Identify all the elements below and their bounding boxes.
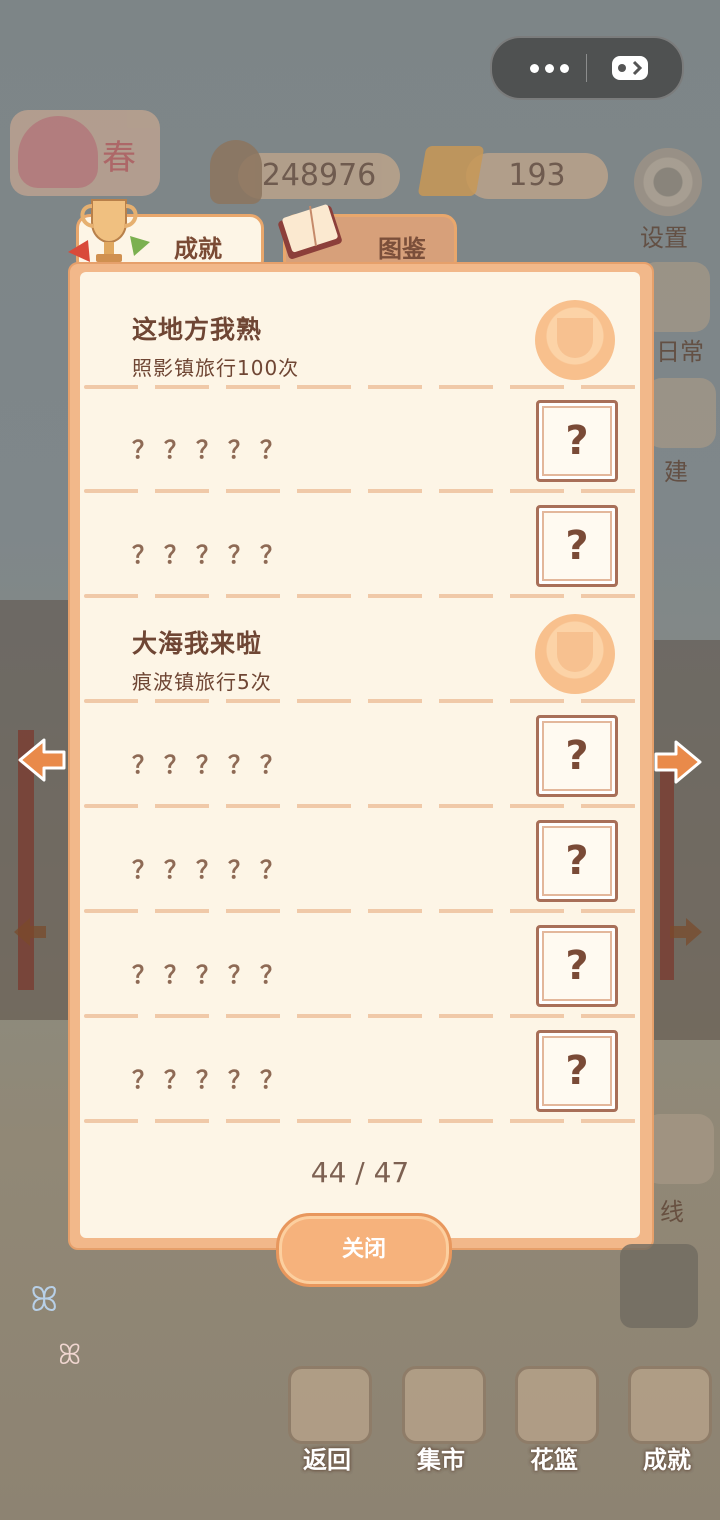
settings-label: 设置: [640, 224, 688, 252]
locked-question-icon: ?: [536, 820, 618, 902]
build-label: 建: [664, 458, 688, 486]
building-left-scenery: [0, 600, 72, 1020]
flower-basket-button[interactable]: [515, 1366, 599, 1444]
dashed-divider: [84, 1119, 636, 1123]
gamepad-icon[interactable]: [610, 52, 650, 84]
achievement-title: 这地方我熟: [132, 315, 263, 344]
more-menu-icon[interactable]: [514, 38, 584, 98]
scene-left-arrow-icon[interactable]: [10, 912, 46, 952]
tab-achievements-label: 成就: [174, 235, 222, 263]
market-button[interactable]: [402, 1366, 486, 1444]
achievement-item[interactable]: 大海我来啦 痕波镇旅行5次: [80, 596, 640, 703]
achievement-desc: 照影镇旅行100次: [132, 356, 300, 380]
tree-icon: [18, 116, 98, 188]
build-button[interactable]: [646, 378, 716, 448]
daily-label: 日常: [656, 338, 704, 366]
miniprogram-capsule: [490, 36, 684, 100]
locked-question-icon: ?: [536, 400, 618, 482]
trophy-icon: [64, 192, 154, 272]
fish-count: 248976: [238, 153, 400, 199]
achievement-item[interactable]: ？？？？？ ?: [80, 386, 640, 493]
locked-question-icon: ?: [536, 925, 618, 1007]
achievement-item[interactable]: ？？？？？ ?: [80, 701, 640, 808]
achievement-title-locked: ？？？？？: [132, 1066, 292, 1094]
achievement-item[interactable]: 这地方我熟 照影镇旅行100次: [80, 282, 640, 389]
cheese-icon: [417, 146, 485, 196]
achievement-medal-icon: [535, 300, 615, 380]
capsule-divider: [586, 54, 587, 82]
achievements-button[interactable]: [628, 1366, 712, 1444]
prev-page-arrow-icon[interactable]: [14, 732, 70, 788]
back-button[interactable]: [288, 1366, 372, 1444]
achievement-item[interactable]: ？？？？？ ?: [80, 1016, 640, 1123]
achievement-title-locked: ？？？？？: [132, 541, 292, 569]
market-label: 集市: [417, 1446, 465, 1474]
route-button[interactable]: [644, 1114, 714, 1184]
butterfly-icon: ꕤ: [58, 1338, 82, 1371]
flower-basket-label: 花篮: [530, 1446, 578, 1474]
season-badge[interactable]: 春: [10, 110, 160, 196]
book-icon: [276, 196, 346, 264]
scene-right-arrow-icon[interactable]: [666, 912, 702, 952]
achievement-desc: 痕波镇旅行5次: [132, 670, 272, 694]
locked-question-icon: ?: [536, 1030, 618, 1112]
achievements-label: 成就: [643, 1446, 691, 1474]
back-label: 返回: [303, 1446, 351, 1474]
achievement-title-locked: ？？？？？: [132, 751, 292, 779]
season-label: 春: [102, 138, 136, 178]
route-label: 线: [660, 1198, 684, 1226]
settings-gear-icon[interactable]: [634, 148, 702, 216]
achievement-title-locked: ？？？？？: [132, 961, 292, 989]
achievement-item[interactable]: ？？？？？ ?: [80, 806, 640, 913]
locked-question-icon: ?: [536, 505, 618, 587]
cheese-count: 193: [466, 153, 608, 199]
achievement-item[interactable]: ？？？？？ ?: [80, 491, 640, 598]
achievement-item[interactable]: ？？？？？ ?: [80, 911, 640, 1018]
achievement-title: 大海我来啦: [132, 629, 263, 658]
next-page-arrow-icon[interactable]: [650, 734, 706, 790]
achievement-title-locked: ？？？？？: [132, 436, 292, 464]
fishbone-icon: [210, 140, 262, 204]
close-button[interactable]: 关闭: [276, 1213, 452, 1287]
achievement-medal-icon: [535, 614, 615, 694]
dragonfly-character-icon[interactable]: [620, 1244, 698, 1328]
achievement-title-locked: ？？？？？: [132, 856, 292, 884]
page-counter: 44 / 47: [310, 1156, 410, 1189]
butterfly-icon: ꕤ: [30, 1280, 59, 1320]
tab-collection-label: 图鉴: [378, 235, 426, 263]
locked-question-icon: ?: [536, 715, 618, 797]
